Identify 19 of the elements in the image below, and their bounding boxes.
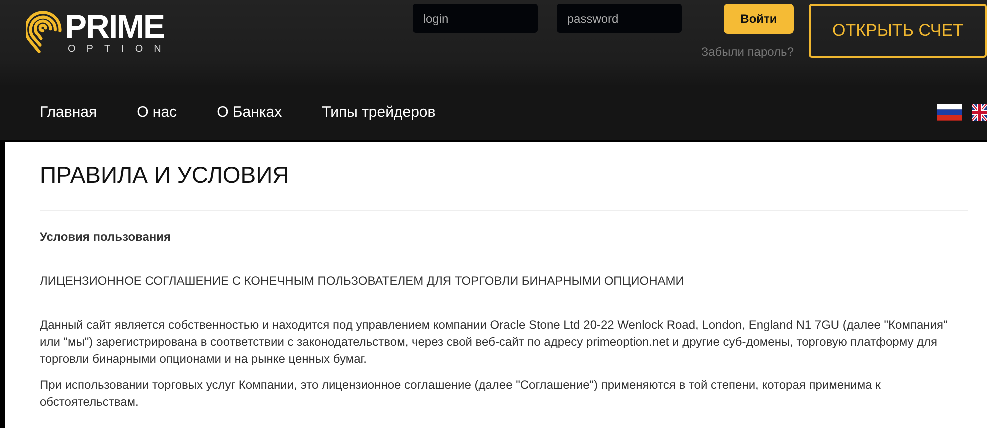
logo-name: PRIME (65, 10, 166, 44)
section-title: Условия пользования (40, 230, 172, 244)
russian-flag-icon[interactable] (937, 104, 962, 121)
british-flag-icon[interactable] (972, 104, 987, 121)
paragraph: При использовании торговых услуг Компании, это лицензионное соглашение (далее "Соглашение") применяются в той степени, которая применима к обстоятельствам. (40, 377, 882, 411)
paragraph: Данный сайт является собственностью и находится под управлением компании Oracle Stone Ltd 20-22 Wenlock Road, London, England N1 7GU (далее "Компания" или "мы") зарегистрирована в соответствии с законодательством, через свой веб-сайт по адресу primeoption.net и другие суб-домены, торговую платформу для торговли бинарными опционами и на рынке ценных бумаг. (40, 317, 949, 368)
page-title: ПРАВИЛА И УСЛОВИЯ (40, 162, 290, 189)
login-field[interactable]: login (413, 4, 538, 33)
login-button[interactable]: Войти (724, 4, 794, 34)
agreement-heading: ЛИЦЕНЗИОННОЕ СОГЛАШЕНИЕ С КОНЕЧНЫМ ПОЛЬЗОВАТЕЛЕМ ДЛЯ ТОРГОВЛИ БИНАРНЫМИ ОПЦИОНАМИ (40, 274, 686, 288)
open-account-button[interactable]: ОТКРЫТЬ СЧЕТ (809, 4, 987, 58)
logo-icon (26, 10, 64, 54)
forgot-password-link[interactable]: Забыли пароль? (701, 45, 794, 59)
nav-link[interactable]: О Банках (217, 104, 282, 121)
nav-link[interactable]: О нас (137, 104, 178, 121)
logo-tagline: OPTION (68, 44, 172, 56)
nav-link[interactable]: Типы трейдеров (322, 104, 436, 121)
nav-link[interactable]: Главная (40, 104, 98, 121)
password-field[interactable]: password (557, 4, 682, 33)
